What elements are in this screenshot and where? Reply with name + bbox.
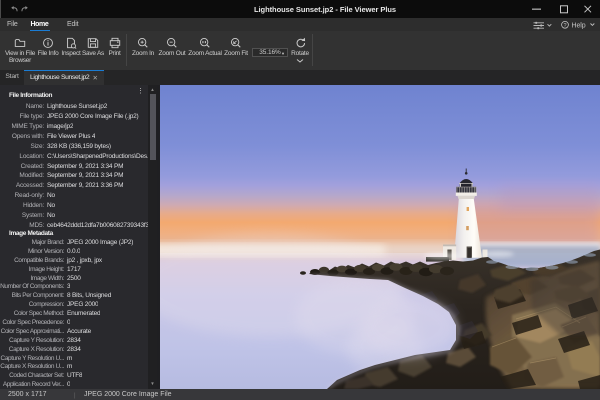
svg-text:Help: Help xyxy=(572,22,586,29)
svg-text:?: ? xyxy=(563,23,566,29)
